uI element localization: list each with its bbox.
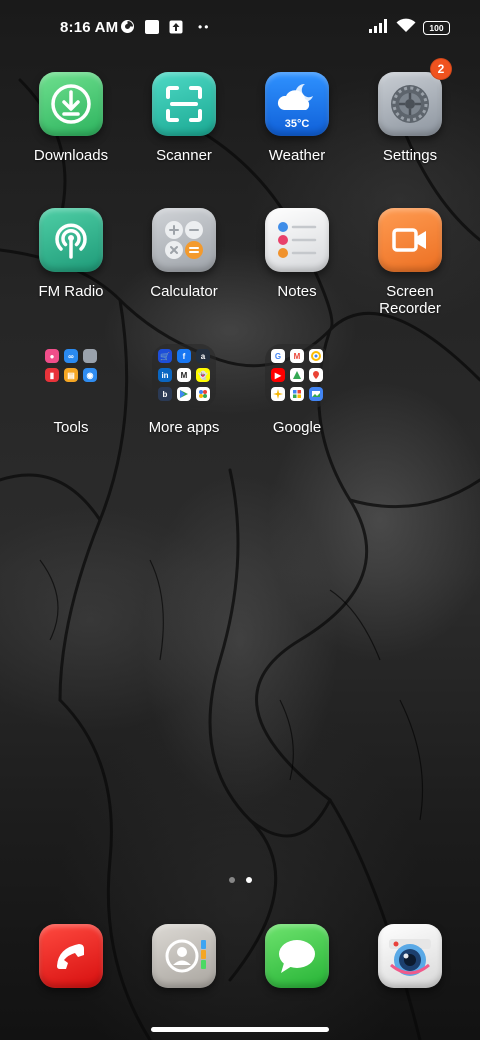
folder-icon: 🛒 f a in M 👻 b (152, 344, 216, 408)
app-mini-icon: ◉ (83, 368, 97, 382)
app-mini-icon (177, 387, 191, 401)
weather-icon: 35°C (265, 72, 329, 136)
dock-camera[interactable] (354, 924, 466, 988)
app-label: FM Radio (38, 283, 104, 300)
notification-icons: •• (120, 19, 210, 34)
wifi-icon (396, 18, 416, 38)
folder-tools[interactable]: ● ∞ ▮ ▤ ◉ Tools (15, 344, 127, 436)
app-downloads[interactable]: Downloads (15, 72, 127, 164)
app-scanner[interactable]: Scanner (128, 72, 240, 164)
notification-badge: 2 (430, 58, 452, 80)
home-gesture-bar[interactable] (151, 1027, 329, 1032)
app-weather[interactable]: 35°C Weather (241, 72, 353, 164)
dock-contacts[interactable] (128, 924, 240, 988)
app-label: Downloads (33, 147, 109, 164)
app-mini-icon (83, 349, 97, 363)
app-mini-icon: M (290, 349, 304, 363)
page-dot-active[interactable] (245, 877, 252, 883)
battery-icon: 100 (423, 21, 450, 35)
message-icon (265, 924, 329, 988)
status-right: 100 (369, 18, 450, 38)
dock-messages[interactable] (241, 924, 353, 988)
upload-icon (168, 19, 183, 34)
radio-icon (39, 208, 103, 272)
app-label: Settings (382, 147, 438, 164)
app-screen-recorder[interactable]: Screen Recorder (354, 208, 466, 317)
app-mini-icon: G (271, 349, 285, 363)
gear-icon: 2 (378, 58, 452, 136)
app-mini-icon (196, 387, 210, 401)
app-mini-icon (290, 368, 304, 382)
app-label: Screen Recorder (379, 283, 441, 317)
app-label: Google (272, 419, 322, 436)
app-mini-icon: 👻 (196, 368, 210, 382)
app-mini-icon: ∞ (64, 349, 78, 363)
app-mini-icon: b (158, 387, 172, 401)
app-calculator[interactable]: Calculator (128, 208, 240, 300)
status-time: 8:16 AM (60, 19, 119, 36)
app-mini-icon: ▤ (64, 368, 78, 382)
app-settings[interactable]: 2 Settings (354, 58, 466, 164)
app-mini-icon: f (177, 349, 191, 363)
status-bar: 8:16 AM •• 100 (0, 0, 480, 56)
notes-icon (265, 208, 329, 272)
scanner-icon (152, 72, 216, 136)
app-fm-radio[interactable]: FM Radio (15, 208, 127, 300)
page-dot[interactable] (228, 877, 235, 883)
app-mini-icon: in (158, 368, 172, 382)
download-icon (39, 72, 103, 136)
square-notification-icon (144, 19, 159, 34)
app-label: Notes (277, 283, 317, 300)
app-mini-icon (309, 387, 323, 401)
app-label: More apps (148, 419, 220, 436)
app-mini-icon (290, 387, 304, 401)
phone-icon (39, 924, 103, 988)
signal-bars-icon (369, 18, 389, 38)
folder-icon: ● ∞ ▮ ▤ ◉ (39, 344, 103, 408)
video-camera-icon (378, 208, 442, 272)
app-label: Weather (268, 147, 326, 164)
app-label: Scanner (156, 147, 212, 164)
app-label: Tools (53, 419, 89, 436)
app-mini-icon: ● (45, 349, 59, 363)
data-saver-icon (120, 19, 135, 34)
app-mini-icon (309, 368, 323, 382)
weather-temp: 35°C (284, 118, 310, 130)
camera-icon (378, 924, 442, 988)
app-label: Calculator (150, 283, 218, 300)
app-mini-icon: a (196, 349, 210, 363)
app-notes[interactable]: Notes (241, 208, 353, 300)
contacts-icon (152, 924, 216, 988)
app-mini-icon: ▶ (271, 368, 285, 382)
dock-phone[interactable] (15, 924, 127, 988)
app-mini-icon (271, 387, 285, 401)
app-mini-icon: 🛒 (158, 349, 172, 363)
folder-google[interactable]: G M ▶ Google (241, 344, 353, 436)
page-indicator (0, 877, 480, 883)
more-dots-icon: •• (198, 19, 211, 34)
calculator-icon (152, 208, 216, 272)
folder-icon: G M ▶ (265, 344, 329, 408)
app-mini-icon: M (177, 368, 191, 382)
app-mini-icon (309, 349, 323, 363)
app-mini-icon: ▮ (45, 368, 59, 382)
folder-more-apps[interactable]: 🛒 f a in M 👻 b More apps (128, 344, 240, 436)
